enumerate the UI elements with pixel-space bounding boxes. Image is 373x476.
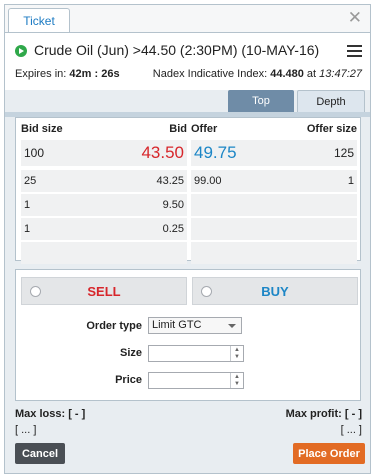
bid-row[interactable] [21,242,187,264]
expires-label: Expires in: [15,68,67,80]
size-stepper[interactable]: ▲ ▼ [148,345,244,362]
offer-size-header: Offer size [306,123,357,135]
tab-ticket[interactable]: Ticket [8,8,70,32]
place-order-button[interactable]: Place Order [293,443,365,464]
chevron-up-icon[interactable]: ▲ [231,373,243,380]
max-profit-label: Max profit: [285,408,342,420]
close-icon[interactable]: ✕ [348,8,362,28]
bid-price: 43.50 [141,143,184,162]
tab-top[interactable]: Top [228,90,294,112]
market-title: Crude Oil (Jun) >44.50 (2:30PM) (10-MAY-… [34,42,320,58]
bid-header-row: Bid size Bid [21,118,187,140]
sell-button[interactable]: SELL [21,277,187,305]
size-input[interactable] [149,346,229,361]
offer-price: 49.75 [194,143,237,162]
buy-label: BUY [261,283,289,299]
bid-price: 9.50 [162,199,184,211]
order-ticket-window: Ticket ✕ Crude Oil (Jun) >44.50 (2:30PM)… [4,4,371,474]
max-profit-value: [ - ] [344,408,362,420]
chevron-down-icon[interactable]: ▼ [231,380,243,387]
buy-radio[interactable] [201,286,212,297]
bid-size-header: Bid size [21,123,63,135]
max-profit: Max profit: [ - ] [286,408,362,420]
play-circle-icon [15,45,27,57]
offer-size: 125 [333,146,354,160]
sell-label: SELL [87,283,121,299]
chevron-down-icon[interactable]: ▼ [231,353,243,360]
bid-header: Bid [169,123,187,135]
offer-row[interactable] [191,218,357,240]
bid-size: 25 [24,175,37,187]
max-profit-detail: [ ... ] [340,424,362,436]
order-type-label: Order type [86,320,142,332]
indicative-value: 44.480 [270,68,304,80]
price-spinner[interactable]: ▲ ▼ [230,373,243,388]
offer-header: Offer [191,123,218,135]
bid-size: 1 [24,199,31,211]
buy-button[interactable]: BUY [192,277,358,305]
price-label: Price [115,374,142,386]
bid-row[interactable]: 1 0.25 [21,218,187,240]
indicative-at: at [306,68,317,80]
bid-column: Bid size Bid 100 43.50 25 43.25 1 9.50 1… [21,118,187,266]
expires-in: Expires in: 42m : 26s [15,68,120,80]
indicative-label: Nadex Indicative Index: [152,68,268,80]
indicative-index: Nadex Indicative Index: 44.480 at 13:47:… [153,68,362,80]
sell-radio[interactable] [30,286,41,297]
offer-price: 99.00 [194,175,222,187]
size-spinner[interactable]: ▲ ▼ [230,346,243,361]
order-panel: SELL BUY Order type Limit GTC Size ▲ ▼ P… [15,269,361,401]
hamburger-menu-icon[interactable] [347,45,362,57]
bid-row[interactable]: 25 43.25 [21,170,187,192]
offer-size: 1 [347,175,354,187]
indicative-time: 13:47:27 [319,68,362,80]
tab-depth[interactable]: Depth [297,90,365,112]
size-label: Size [119,347,142,359]
max-loss-value: [ - ] [68,408,86,420]
price-input[interactable] [149,373,229,388]
bid-price: 43.25 [156,175,184,187]
offer-row[interactable]: 99.00 1 [191,170,357,192]
bid-row[interactable]: 1 9.50 [21,194,187,216]
bid-size: 100 [24,146,45,160]
expires-value: 42m : 26s [69,68,120,80]
offer-row[interactable]: 49.75 125 [191,140,357,166]
market-depth-table: Bid size Bid 100 43.50 25 43.25 1 9.50 1… [15,117,361,264]
max-loss-detail: [ ... ] [15,424,37,436]
offer-column: Offer Offer size 49.75 125 99.00 1 [191,118,357,266]
offer-row[interactable] [191,242,357,264]
bid-price: 0.25 [162,223,184,235]
offer-row[interactable] [191,194,357,216]
offer-header-row: Offer Offer size [191,118,357,140]
price-stepper[interactable]: ▲ ▼ [148,372,244,389]
bid-row[interactable]: 100 43.50 [21,140,187,166]
window-tab-bar: Ticket ✕ [5,5,370,32]
chevron-up-icon[interactable]: ▲ [231,346,243,353]
bid-size: 1 [24,223,31,235]
max-loss: Max loss: [ - ] [15,408,85,420]
market-header: Crude Oil (Jun) >44.50 (2:30PM) (10-MAY-… [5,32,370,90]
order-type-select[interactable]: Limit GTC [148,317,242,334]
max-loss-label: Max loss: [15,408,66,420]
cancel-button[interactable]: Cancel [15,443,65,464]
